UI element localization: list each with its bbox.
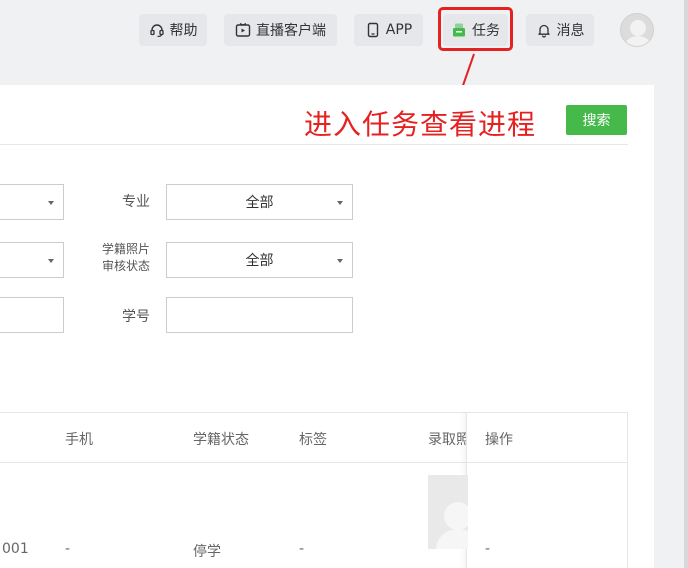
photo-status-value: 全部 (245, 253, 274, 269)
photo-status-label-line1: 学籍照片 (101, 242, 150, 256)
cell-operation: - (485, 541, 491, 557)
annotation-text: 进入任务查看进程 (304, 108, 537, 141)
help-label: 帮助 (169, 23, 198, 39)
bell-icon (537, 24, 550, 38)
major-select[interactable]: 全部 (166, 184, 353, 220)
caret-down-icon (48, 201, 54, 205)
filter-input-left-3[interactable] (0, 297, 64, 333)
admission-photo-placeholder[interactable] (428, 475, 468, 549)
student-id-input[interactable] (166, 297, 353, 333)
scrollbar[interactable] (684, 0, 688, 568)
help-button[interactable]: 帮助 (139, 14, 207, 46)
app-button[interactable]: APP (354, 14, 423, 46)
task-highlight-box (438, 7, 513, 51)
caret-down-icon (48, 259, 54, 263)
search-button[interactable]: 搜索 (566, 105, 627, 135)
live-client-label: 直播客户端 (256, 23, 326, 39)
user-avatar[interactable] (620, 13, 654, 47)
filter-select-left-2[interactable] (0, 242, 64, 278)
photo-status-label-line2: 审核状态 (101, 259, 150, 273)
panel-divider (0, 144, 628, 145)
header-operation: 操作 (485, 432, 513, 448)
phone-icon (367, 22, 378, 38)
app-label: APP (385, 22, 413, 38)
top-nav: 帮助 直播客户端 APP 任务 消息 (0, 0, 688, 62)
live-client-button[interactable]: 直播客户端 (224, 14, 337, 46)
major-value: 全部 (245, 195, 274, 211)
major-label: 专业 (122, 194, 150, 210)
message-button[interactable]: 消息 (526, 14, 594, 46)
cell-tags: - (299, 541, 305, 557)
header-status: 学籍状态 (193, 432, 249, 448)
student-id-label: 学号 (122, 309, 150, 325)
cell-status: 停学 (193, 544, 221, 560)
table-header-separator (0, 462, 628, 463)
header-phone: 手机 (65, 432, 93, 448)
photo-status-label: 学籍照片 审核状态 (90, 241, 150, 275)
cell-id-tail: 001 (2, 541, 29, 557)
message-label: 消息 (556, 23, 585, 39)
header-admission-photo: 录取照 (428, 432, 466, 448)
filter-select-left-1[interactable] (0, 184, 64, 220)
caret-down-icon (337, 259, 343, 263)
header-tags: 标签 (299, 432, 327, 448)
cell-phone: - (65, 541, 71, 557)
headset-icon (149, 24, 164, 38)
caret-down-icon (337, 201, 343, 205)
live-video-icon (235, 22, 251, 37)
photo-status-select[interactable]: 全部 (166, 242, 353, 278)
